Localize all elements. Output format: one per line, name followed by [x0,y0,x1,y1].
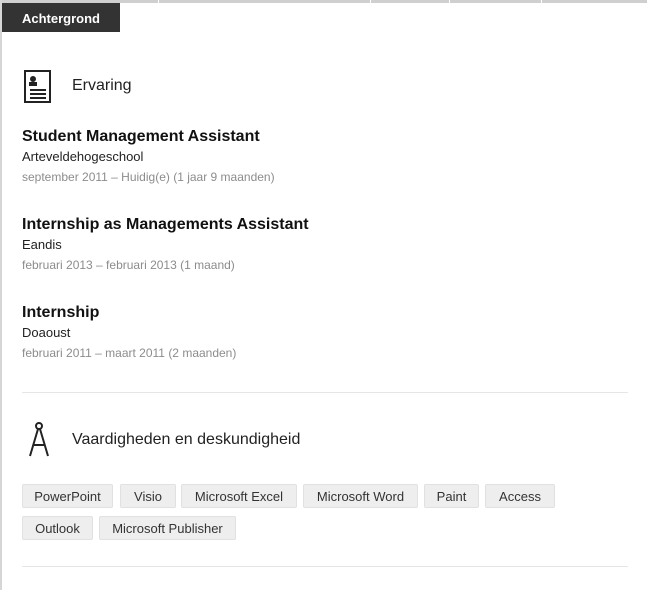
skill-label: Paint [436,488,467,504]
experience-date: februari 2011 – maart 2011 (2 maanden) [22,346,237,360]
experience-heading: Ervaring [22,66,132,106]
skills-heading: Vaardigheden en deskundigheid [22,420,300,460]
experience-title[interactable]: Internship [22,303,236,323]
experience-item: Internship Doaoust februari 2011 – maart… [22,303,236,362]
skill-label: Microsoft Excel [194,488,284,504]
skill-label: PowerPoint [34,488,101,504]
experience-title[interactable]: Student Management Assistant [22,127,275,147]
skill-label: Access [499,488,541,504]
left-border [0,0,2,590]
experience-item: Internship as Managements Assistant Eand… [22,215,309,274]
skill-label: Microsoft Publisher [112,520,223,536]
skill-tag[interactable]: Visio [120,484,176,508]
resume-icon [22,66,58,106]
experience-organization[interactable]: Arteveldehogeschool [22,148,275,166]
top-border-segment [158,0,159,3]
section-divider [22,566,628,567]
tab-achtergrond[interactable]: Achtergrond [2,3,120,32]
experience-date: september 2011 – Huidig(e) (1 jaar 9 maa… [22,170,275,184]
tab-label: Achtergrond [22,11,100,26]
skill-tag[interactable]: Microsoft Excel [181,484,297,508]
skill-tag[interactable]: Microsoft Publisher [99,516,236,540]
compass-icon [22,420,58,460]
experience-organization[interactable]: Doaoust [22,324,236,342]
skill-label: Outlook [35,520,80,536]
experience-item: Student Management Assistant Arteveldeho… [22,127,275,186]
skill-tag[interactable]: PowerPoint [22,484,113,508]
skill-label: Microsoft Word [316,488,405,504]
experience-date: februari 2013 – februari 2013 (1 maand) [22,258,235,272]
skill-tag[interactable]: Outlook [22,516,93,540]
skill-tag[interactable]: Paint [424,484,479,508]
skill-label: Visio [134,488,162,504]
skill-tag[interactable]: Access [485,484,555,508]
experience-heading-label: Ervaring [72,77,132,94]
top-border-segment [541,0,542,3]
top-border-segment [370,0,371,3]
experience-organization[interactable]: Eandis [22,236,309,254]
skills-heading-label: Vaardigheden en deskundigheid [72,431,301,448]
skill-tag[interactable]: Microsoft Word [303,484,418,508]
section-divider [22,392,628,393]
experience-title[interactable]: Internship as Managements Assistant [22,215,309,235]
top-border-segment [449,0,450,3]
